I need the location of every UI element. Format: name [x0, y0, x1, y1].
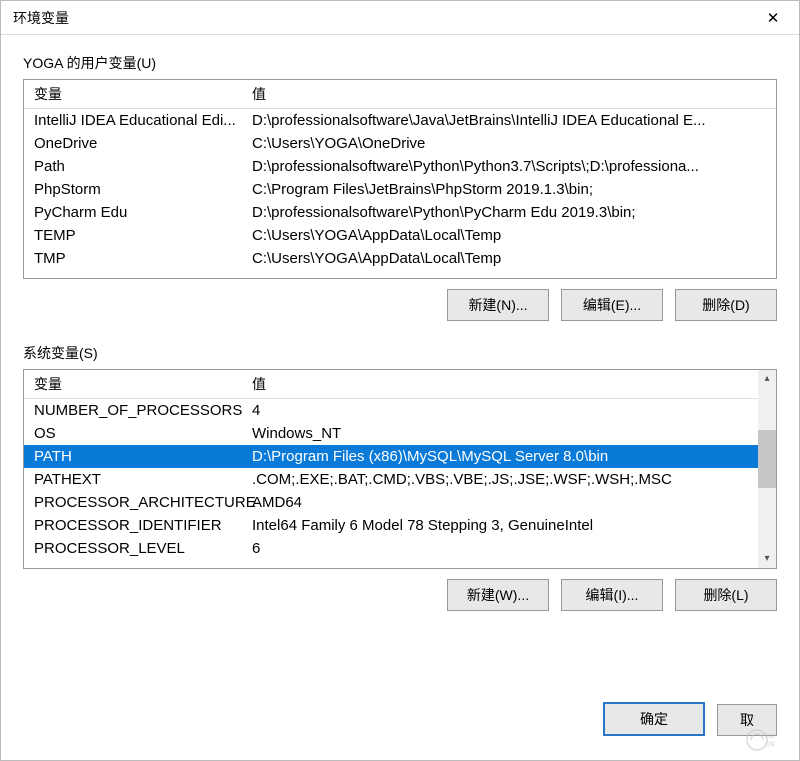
- row-variable: PROCESSOR_ARCHITECTURE: [34, 492, 252, 513]
- user-new-button[interactable]: 新建(N)...: [447, 289, 549, 321]
- row-value: 4e03: [252, 561, 748, 564]
- row-value: C:\Users\YOGA\AppData\Local\Temp: [252, 225, 766, 246]
- table-row[interactable]: PROCESSOR_ARCHITECTUREAMD64: [24, 491, 758, 514]
- table-row[interactable]: TMPC:\Users\YOGA\AppData\Local\Temp: [24, 247, 776, 270]
- table-row[interactable]: PATHD:\Program Files (x86)\MySQL\MySQL S…: [24, 445, 758, 468]
- close-icon[interactable]: ✕: [757, 4, 789, 32]
- ok-button[interactable]: 确定: [603, 702, 705, 736]
- scroll-up-icon[interactable]: ▴: [758, 370, 776, 388]
- system-variables-section: 系统变量(S) 变量 值 NUMBER_OF_PROCESSORS4OSWind…: [23, 343, 777, 611]
- row-variable: TMP: [34, 248, 252, 269]
- user-section-label: YOGA 的用户变量(U): [23, 53, 777, 73]
- row-variable: PATHEXT: [34, 469, 252, 490]
- row-variable: PhpStorm: [34, 179, 252, 200]
- system-scrollbar[interactable]: ▴ ▾: [758, 370, 776, 568]
- table-row[interactable]: OSWindows_NT: [24, 422, 758, 445]
- table-row[interactable]: PyCharm EduD:\professionalsoftware\Pytho…: [24, 201, 776, 224]
- system-delete-button[interactable]: 删除(L): [675, 579, 777, 611]
- row-value: Windows_NT: [252, 423, 748, 444]
- row-variable: OneDrive: [34, 133, 252, 154]
- row-variable: Path: [34, 156, 252, 177]
- row-variable: PROCESSOR_REVISION: [34, 561, 252, 564]
- user-table-body: IntelliJ IDEA Educational Edi...D:\profe…: [24, 109, 776, 274]
- user-buttons-row: 新建(N)... 编辑(E)... 删除(D): [23, 289, 777, 321]
- user-header-variable[interactable]: 变量: [34, 84, 252, 104]
- table-row[interactable]: NUMBER_OF_PROCESSORS4: [24, 399, 758, 422]
- row-value: D:\Program Files (x86)\MySQL\MySQL Serve…: [252, 446, 748, 467]
- row-variable: PROCESSOR_IDENTIFIER: [34, 515, 252, 536]
- dialog-title: 环境变量: [13, 8, 69, 28]
- user-edit-button[interactable]: 编辑(E)...: [561, 289, 663, 321]
- user-variables-section: YOGA 的用户变量(U) 变量 值 IntelliJ IDEA Educati…: [23, 53, 777, 321]
- system-section-label: 系统变量(S): [23, 343, 777, 363]
- environment-variables-dialog: 环境变量 ✕ YOGA 的用户变量(U) 变量 值 IntelliJ IDEA …: [0, 0, 800, 761]
- table-row[interactable]: IntelliJ IDEA Educational Edi...D:\profe…: [24, 109, 776, 132]
- system-table-body: NUMBER_OF_PROCESSORS4OSWindows_NTPATHD:\…: [24, 399, 758, 564]
- row-variable: NUMBER_OF_PROCESSORS: [34, 400, 252, 421]
- system-edit-button[interactable]: 编辑(I)...: [561, 579, 663, 611]
- row-variable: IntelliJ IDEA Educational Edi...: [34, 110, 252, 131]
- user-delete-button[interactable]: 删除(D): [675, 289, 777, 321]
- row-variable: TEMP: [34, 225, 252, 246]
- row-value: AMD64: [252, 492, 748, 513]
- scroll-down-icon[interactable]: ▾: [758, 550, 776, 568]
- row-value: C:\Users\YOGA\OneDrive: [252, 133, 766, 154]
- system-new-button[interactable]: 新建(W)...: [447, 579, 549, 611]
- table-row[interactable]: PATHEXT.COM;.EXE;.BAT;.CMD;.VBS;.VBE;.JS…: [24, 468, 758, 491]
- row-variable: PROCESSOR_LEVEL: [34, 538, 252, 559]
- system-table-header: 变量 值: [24, 370, 776, 399]
- row-variable: PATH: [34, 446, 252, 467]
- system-header-variable[interactable]: 变量: [34, 374, 252, 394]
- row-value: .COM;.EXE;.BAT;.CMD;.VBS;.VBE;.JS;.JSE;.…: [252, 469, 748, 490]
- dialog-content: YOGA 的用户变量(U) 变量 值 IntelliJ IDEA Educati…: [1, 35, 799, 694]
- row-variable: PyCharm Edu: [34, 202, 252, 223]
- table-row[interactable]: PROCESSOR_LEVEL6: [24, 537, 758, 560]
- row-value: D:\professionalsoftware\Java\JetBrains\I…: [252, 110, 766, 131]
- svg-text:互联: 互联: [765, 741, 775, 748]
- system-buttons-row: 新建(W)... 编辑(I)... 删除(L): [23, 579, 777, 611]
- user-variables-table[interactable]: 变量 值 IntelliJ IDEA Educational Edi...D:\…: [23, 79, 777, 279]
- table-row[interactable]: PhpStormC:\Program Files\JetBrains\PhpSt…: [24, 178, 776, 201]
- row-value: C:\Program Files\JetBrains\PhpStorm 2019…: [252, 179, 766, 200]
- row-value: Intel64 Family 6 Model 78 Stepping 3, Ge…: [252, 515, 748, 536]
- titlebar: 环境变量 ✕: [1, 1, 799, 35]
- row-value: D:\professionalsoftware\Python\PyCharm E…: [252, 202, 766, 223]
- user-header-value[interactable]: 值: [252, 84, 766, 104]
- table-row[interactable]: PathD:\professionalsoftware\Python\Pytho…: [24, 155, 776, 178]
- row-value: 4: [252, 400, 748, 421]
- row-value: D:\professionalsoftware\Python\Python3.7…: [252, 156, 766, 177]
- user-table-header: 变量 值: [24, 80, 776, 109]
- table-row[interactable]: PROCESSOR_IDENTIFIERIntel64 Family 6 Mod…: [24, 514, 758, 537]
- row-value: C:\Users\YOGA\AppData\Local\Temp: [252, 248, 766, 269]
- scroll-thumb[interactable]: [758, 430, 776, 488]
- row-variable: OS: [34, 423, 252, 444]
- table-row[interactable]: PROCESSOR_REVISION4e03: [24, 560, 758, 564]
- svg-text:创新: 创新: [765, 733, 775, 740]
- system-variables-table[interactable]: 变量 值 NUMBER_OF_PROCESSORS4OSWindows_NTPA…: [23, 369, 777, 569]
- table-row[interactable]: TEMPC:\Users\YOGA\AppData\Local\Temp: [24, 224, 776, 247]
- dialog-footer: 确定 取 创新互联: [1, 694, 799, 760]
- table-row[interactable]: OneDriveC:\Users\YOGA\OneDrive: [24, 132, 776, 155]
- watermark-logo: 创新互联: [729, 722, 797, 758]
- row-value: 6: [252, 538, 748, 559]
- system-header-value[interactable]: 值: [252, 374, 766, 394]
